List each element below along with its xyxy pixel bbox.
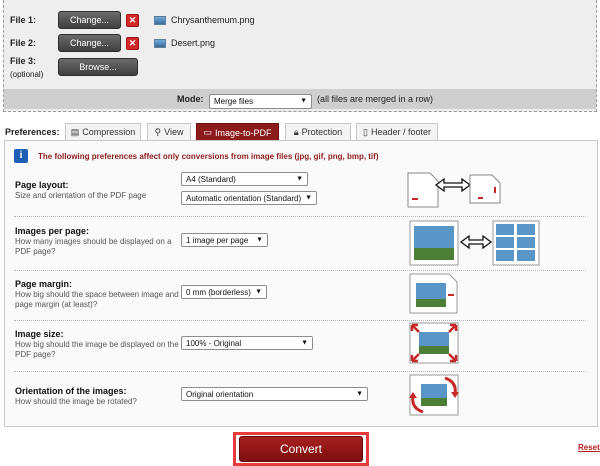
file-row-3: File 3: (optional) Browse... bbox=[10, 56, 138, 79]
file-3-label-text: File 3: bbox=[10, 56, 37, 66]
page-orientation-value: Automatic orientation (Standard) bbox=[186, 193, 302, 203]
info-text: The following preferences affect only co… bbox=[38, 151, 379, 161]
tab-image-to-pdf[interactable]: ▭ Image-to-PDF bbox=[196, 123, 279, 141]
compress-icon: ▤ bbox=[70, 126, 80, 137]
file-3-label: File 3: (optional) bbox=[10, 56, 58, 79]
images-per-page-desc: How many images should be displayed on a… bbox=[15, 237, 172, 256]
page-icon: ▯ bbox=[363, 126, 368, 137]
page-margin-select[interactable]: 0 mm (borderless) ▼ bbox=[181, 285, 267, 299]
image-size-desc: How big should the image be displayed on… bbox=[15, 340, 179, 359]
image-icon: ▭ bbox=[203, 127, 212, 137]
file-2-label: File 2: bbox=[10, 38, 37, 48]
images-per-page-title: Images per page: bbox=[15, 226, 90, 236]
file-1-name: Chrysanthemum.png bbox=[171, 15, 255, 25]
close-icon[interactable]: ✕ bbox=[126, 13, 139, 27]
change-file-2-button[interactable]: Change... bbox=[58, 34, 121, 52]
page-margin-desc: How big should the space between image a… bbox=[15, 290, 179, 309]
divider bbox=[14, 216, 586, 217]
info-notice: i The following preferences affect only … bbox=[14, 149, 378, 163]
mode-label: Mode: bbox=[177, 94, 204, 104]
upload-area: File 1: Change... ✕ Chrysanthemum.png Fi… bbox=[3, 0, 597, 112]
page-size-value: A4 (Standard) bbox=[186, 174, 236, 184]
images-per-page-value: 1 image per page bbox=[186, 235, 249, 245]
mode-value: Merge files bbox=[214, 96, 254, 106]
page-orientation-select[interactable]: Automatic orientation (Standard) ▼ bbox=[181, 191, 317, 205]
divider bbox=[14, 270, 586, 271]
image-size-value: 100% - Original bbox=[186, 338, 242, 348]
chevron-down-icon: ▼ bbox=[305, 194, 312, 202]
orientation-select[interactable]: Original orientation ▼ bbox=[181, 387, 368, 401]
info-icon: i bbox=[14, 149, 28, 163]
orientation-title: Orientation of the images: bbox=[15, 386, 127, 396]
lock-icon: 🔒︎ bbox=[293, 126, 299, 137]
images-per-page-illustration bbox=[409, 220, 540, 266]
image-size-illustration bbox=[409, 322, 459, 364]
image-file-icon bbox=[154, 15, 166, 25]
page-size-select[interactable]: A4 (Standard) ▼ bbox=[181, 172, 308, 186]
chevron-down-icon: ▼ bbox=[300, 97, 307, 105]
chevron-down-icon: ▼ bbox=[255, 288, 262, 296]
page-margin-value: 0 mm (borderless) bbox=[186, 287, 251, 297]
file-row-2: File 2: Change... ✕ Desert.png bbox=[10, 33, 215, 53]
tab-protection[interactable]: 🔒︎ Protection bbox=[285, 123, 351, 140]
browse-file-3-button[interactable]: Browse... bbox=[58, 58, 138, 76]
chevron-down-icon: ▼ bbox=[356, 390, 363, 398]
close-icon[interactable]: ✕ bbox=[126, 36, 139, 50]
image-size-select[interactable]: 100% - Original ▼ bbox=[181, 336, 313, 350]
image-size-title: Image size: bbox=[15, 329, 64, 339]
image-file-icon bbox=[154, 38, 166, 48]
page-layout-title: Page layout: bbox=[15, 180, 69, 190]
convert-button[interactable]: Convert bbox=[239, 436, 363, 462]
file-2-name: Desert.png bbox=[171, 38, 216, 48]
orientation-value: Original orientation bbox=[186, 389, 254, 399]
page-margin-title: Page margin: bbox=[15, 279, 73, 289]
page-layout-desc: Size and orientation of the PDF page bbox=[15, 191, 147, 200]
orientation-desc: How should the image be rotated? bbox=[15, 397, 137, 406]
tab-label: Image-to-PDF bbox=[215, 127, 272, 138]
page-orientation-illustration bbox=[407, 172, 501, 208]
chevron-down-icon: ▼ bbox=[301, 339, 308, 347]
tab-label: Protection bbox=[301, 127, 343, 137]
page-margin-illustration bbox=[409, 273, 458, 314]
file-1-label: File 1: bbox=[10, 15, 37, 25]
preferences-label: Preferences: bbox=[5, 127, 60, 137]
tab-header-footer[interactable]: ▯ Header / footer bbox=[356, 123, 438, 140]
chevron-down-icon: ▼ bbox=[256, 236, 263, 244]
mode-select[interactable]: Merge files ▼ bbox=[209, 93, 312, 109]
magnifier-icon: ⚲ bbox=[154, 126, 162, 137]
mode-note: (all files are merged in a row) bbox=[317, 94, 434, 104]
tab-label: View bbox=[164, 127, 184, 137]
file-3-optional: (optional) bbox=[10, 70, 44, 79]
change-file-1-button[interactable]: Change... bbox=[58, 11, 121, 29]
tab-view[interactable]: ⚲ View bbox=[147, 123, 191, 140]
divider bbox=[14, 320, 586, 321]
tab-compression[interactable]: ▤ Compression bbox=[65, 123, 141, 140]
tab-label: Compression bbox=[82, 127, 136, 137]
images-per-page-select[interactable]: 1 image per page ▼ bbox=[181, 233, 268, 247]
chevron-down-icon: ▼ bbox=[296, 175, 303, 183]
tab-label: Header / footer bbox=[370, 127, 431, 137]
rotate-image-illustration bbox=[409, 374, 459, 416]
divider bbox=[14, 371, 586, 372]
file-row-1: File 1: Change... ✕ Chrysanthemum.png bbox=[10, 10, 255, 30]
reset-link[interactable]: Reset bbox=[578, 443, 600, 452]
mode-bar: Mode: Merge files ▼ (all files are merge… bbox=[4, 89, 596, 109]
